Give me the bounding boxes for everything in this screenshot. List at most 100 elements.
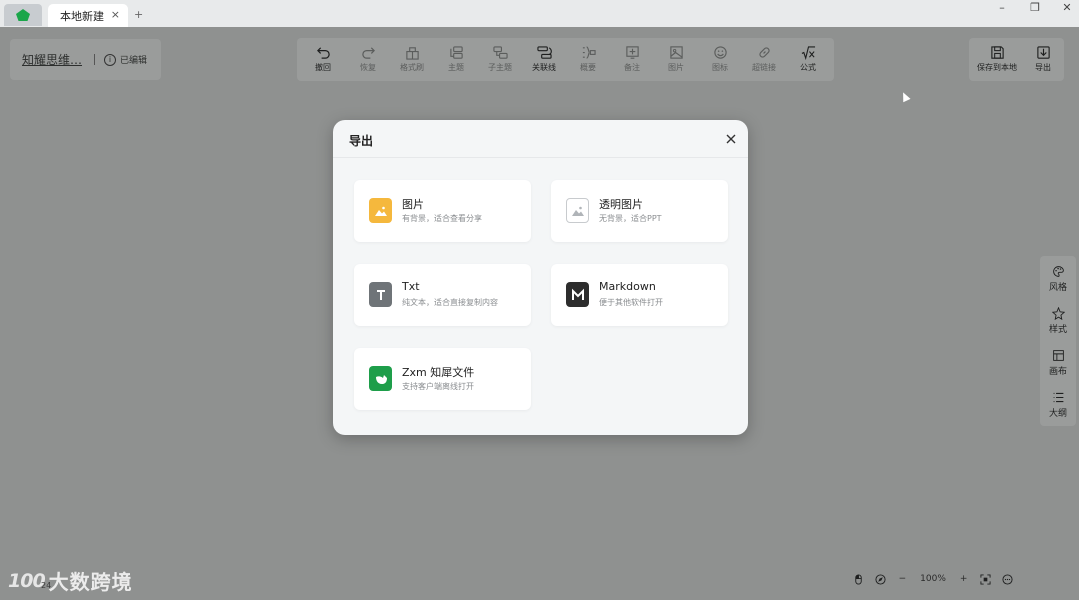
toolbar-formula[interactable]: 公式 [786,42,830,78]
home-tab[interactable] [4,4,42,26]
toolbar-label: 主题 [448,63,464,72]
option-title: Txt [402,280,420,293]
dialog-divider [333,157,748,158]
link-icon [758,47,770,58]
window-minimize-button[interactable]: – [987,0,1017,14]
redo-icon [361,47,375,59]
compass-icon [875,573,886,585]
home-logo-icon [16,9,30,21]
close-icon[interactable] [724,132,738,146]
export-option-zxm[interactable]: Zxm 知犀文件 支持客户端离线打开 [354,348,531,410]
toolbar-redo[interactable]: 恢复 [346,42,390,78]
undo-icon [316,47,330,59]
txt-file-icon [369,282,392,307]
export-dialog: 导出 图片 有背景，适合查看分享 透明图片 无背景，适合PPT Txt 纯文本，… [333,120,748,435]
right-toolbar: 保存到本地 导出 [969,38,1064,81]
toolbar-label: 公式 [800,63,816,72]
toolbar-topic[interactable]: 主题 [434,42,478,78]
export-option-txt[interactable]: Txt 纯文本，适合直接复制内容 [354,264,531,326]
export-option-transparent-image[interactable]: 透明图片 无背景，适合PPT [551,180,728,242]
side-item-theme-style[interactable]: 风格 [1040,262,1076,302]
side-item-label: 画布 [1048,367,1067,377]
toolbar-emoji[interactable]: 图标 [698,42,742,78]
toolbar-label: 备注 [624,63,640,72]
locate-button[interactable] [870,570,892,588]
file-name[interactable]: 知耀思维… [22,51,82,68]
main-toolbar: 撤回 恢复 格式刷 主题 子主题 关联线 概要 备注 图片 图标 超链接 公式 [297,38,834,81]
mouse-icon [855,573,863,585]
zoom-out-button[interactable]: − [892,570,914,588]
image-icon [669,46,683,59]
title-bar: 本地新建 × + – ❐ ✕ [0,0,1079,27]
save-local-label: 保存到本地 [977,63,1017,72]
toolbar-summary[interactable]: 概要 [566,42,610,78]
watermark: 100 大数跨境 24 [8,566,133,595]
side-item-label: 风格 [1048,283,1067,293]
side-item-label: 样式 [1048,325,1067,335]
toolbar-label: 格式刷 [400,63,424,72]
toolbar-link[interactable]: 超链接 [742,42,786,78]
word-count: 24 [41,581,52,590]
side-item-label: 大纲 [1048,409,1067,419]
mouse-cursor-icon [899,90,911,103]
toolbar-label: 超链接 [752,63,776,72]
watermark-text: 大数跨境 [48,570,133,594]
file-status-label: 已编辑 [120,56,148,66]
zoom-bar: − 100% + [848,570,1018,588]
export-label: 导出 [1035,63,1051,72]
outline-icon [1053,392,1063,403]
file-status: i 已编辑 [104,53,147,66]
zxm-file-icon [369,366,392,391]
tab-close-icon[interactable]: × [111,8,120,21]
export-icon [1036,46,1050,59]
toolbar-label: 图片 [668,63,684,72]
format-painter-icon [405,47,419,60]
toolbar-relation-line[interactable]: 关联线 [522,42,566,78]
toolbar-undo[interactable]: 撤回 [301,42,345,78]
toolbar-image[interactable]: 图片 [654,42,698,78]
toolbar-subtopic[interactable]: 子主题 [478,42,522,78]
option-subtitle: 支持客户端离线打开 [402,382,474,391]
watermark-logo: 100 [8,569,46,592]
more-icon [1002,573,1013,585]
toolbar-label: 概要 [580,63,596,72]
style-icon [1051,307,1065,320]
more-button[interactable] [996,570,1018,588]
option-title: 透明图片 [599,198,643,211]
formula-icon [801,46,815,60]
option-title: 图片 [402,198,424,211]
document-tab[interactable]: 本地新建 × [48,4,128,27]
file-info-panel: 知耀思维… i 已编辑 [10,39,161,80]
toolbar-label: 关联线 [532,63,556,72]
window-close-button[interactable]: ✕ [1052,0,1079,14]
fit-screen-icon [980,573,991,585]
transparent-image-icon [566,198,589,223]
export-option-image[interactable]: 图片 有背景，适合查看分享 [354,180,531,242]
toolbar-format-painter[interactable]: 格式刷 [390,42,434,78]
side-panel: 风格 样式 画布 大纲 [1040,256,1076,426]
export-option-markdown[interactable]: Markdown 便于其他软件打开 [551,264,728,326]
side-item-canvas[interactable]: 画布 [1040,346,1076,386]
new-tab-button[interactable]: + [134,8,143,21]
toolbar-note[interactable]: 备注 [610,42,654,78]
document-tab-title: 本地新建 [60,9,104,23]
mouse-mode-button[interactable] [848,570,870,588]
toolbar-label: 子主题 [488,63,512,72]
option-title: Zxm 知犀文件 [402,366,475,379]
side-item-outline[interactable]: 大纲 [1040,388,1076,428]
option-subtitle: 有背景，适合查看分享 [402,214,482,223]
toolbar-label: 恢复 [360,63,376,72]
note-icon [625,46,639,59]
toolbar-label: 撤回 [315,63,331,72]
side-item-style[interactable]: 样式 [1040,304,1076,344]
summary-icon [582,46,596,59]
relation-line-icon [536,46,552,59]
export-button[interactable]: 导出 [1029,42,1057,78]
image-file-icon [369,198,392,223]
zoom-level: 100% [920,574,946,584]
window-restore-button[interactable]: ❐ [1020,0,1050,14]
palette-icon [1052,266,1064,277]
zoom-in-button[interactable]: + [953,570,975,588]
save-local-button[interactable]: 保存到本地 [975,42,1019,78]
fit-screen-button[interactable] [975,570,997,588]
